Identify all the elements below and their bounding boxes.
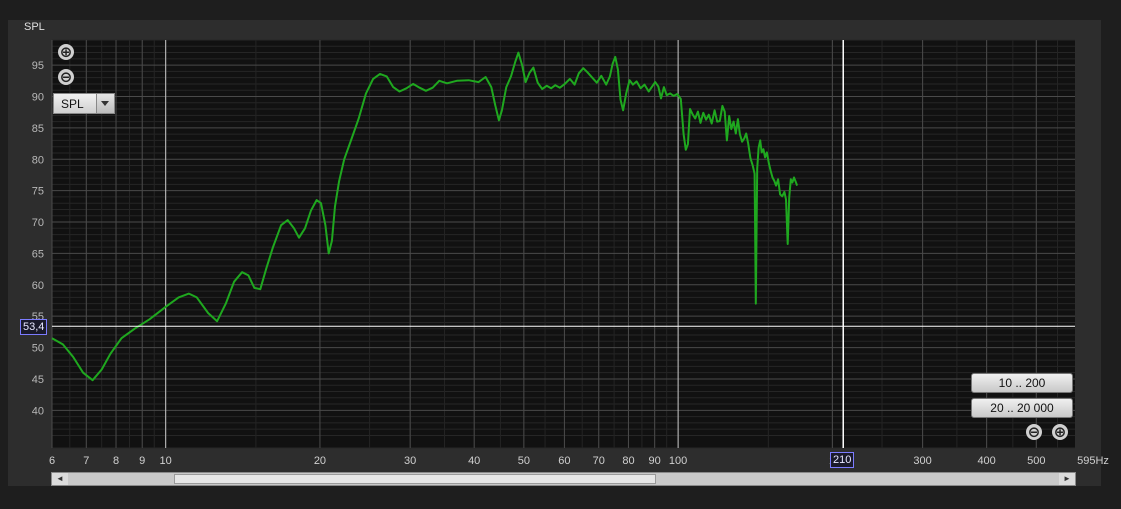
- x-tick-label: 80: [622, 455, 634, 467]
- horizontal-scrollbar[interactable]: ◄ ►: [51, 472, 1076, 486]
- x-tick-label: 30: [404, 455, 416, 467]
- x-tick-label: 6: [49, 455, 55, 467]
- y-tick-label: 60: [32, 280, 44, 292]
- range-20-20000-button[interactable]: 20 .. 20 000: [971, 398, 1073, 418]
- cursor-y-readout: 53,4: [20, 319, 48, 335]
- x-tick-label: 20: [314, 455, 326, 467]
- scroll-right-icon[interactable]: ►: [1059, 473, 1075, 485]
- y-tick-labels: 404550556065707580859095: [32, 60, 44, 417]
- y-tick-label: 40: [32, 405, 44, 417]
- x-tick-label: 70: [593, 455, 605, 467]
- range-10-200-button[interactable]: 10 .. 200: [971, 373, 1073, 393]
- zoom-out-icon[interactable]: ⊖: [58, 69, 74, 85]
- x-tick-label: 60: [558, 455, 570, 467]
- x-tick-labels: 67891020304050607080901002300400500595Hz: [49, 455, 1109, 467]
- y-tick-label: 50: [32, 343, 44, 355]
- chevron-down-icon[interactable]: [96, 94, 114, 113]
- plot-area: [52, 40, 1075, 448]
- scroll-left-icon[interactable]: ◄: [52, 473, 68, 485]
- x-tick-label: 100: [669, 455, 687, 467]
- x-tick-label: 10: [160, 455, 172, 467]
- x-tick-label: 8: [113, 455, 119, 467]
- x-tick-label: 40: [468, 455, 480, 467]
- x-tick-label: 400: [977, 455, 995, 467]
- x-tick-label: 50: [518, 455, 530, 467]
- y-tick-label: 85: [32, 123, 44, 135]
- y-tick-label: 80: [32, 154, 44, 166]
- y-tick-label: 45: [32, 374, 44, 386]
- zoom-out-x-icon[interactable]: ⊖: [1026, 424, 1042, 440]
- zoom-in-x-icon[interactable]: ⊕: [1052, 424, 1068, 440]
- x-tick-label: 9: [139, 455, 145, 467]
- zoom-in-icon[interactable]: ⊕: [58, 44, 74, 60]
- y-tick-label: 75: [32, 186, 44, 198]
- y-tick-label: 70: [32, 217, 44, 229]
- y-tick-label: 95: [32, 60, 44, 72]
- x-axis-end-label: 595Hz: [1077, 455, 1109, 467]
- scroll-thumb[interactable]: [174, 474, 656, 484]
- y-tick-label: 65: [32, 248, 44, 260]
- select-value: SPL: [61, 97, 84, 111]
- measurement-select[interactable]: SPL: [53, 93, 115, 114]
- x-tick-label: 300: [913, 455, 931, 467]
- spl-chart[interactable]: 67891020304050607080901002300400500595Hz…: [0, 0, 1121, 509]
- x-tick-label: 500: [1027, 455, 1045, 467]
- y-tick-label: 90: [32, 91, 44, 103]
- x-tick-label: 7: [83, 455, 89, 467]
- cursor-x-readout: 210: [830, 452, 855, 468]
- x-tick-label: 90: [649, 455, 661, 467]
